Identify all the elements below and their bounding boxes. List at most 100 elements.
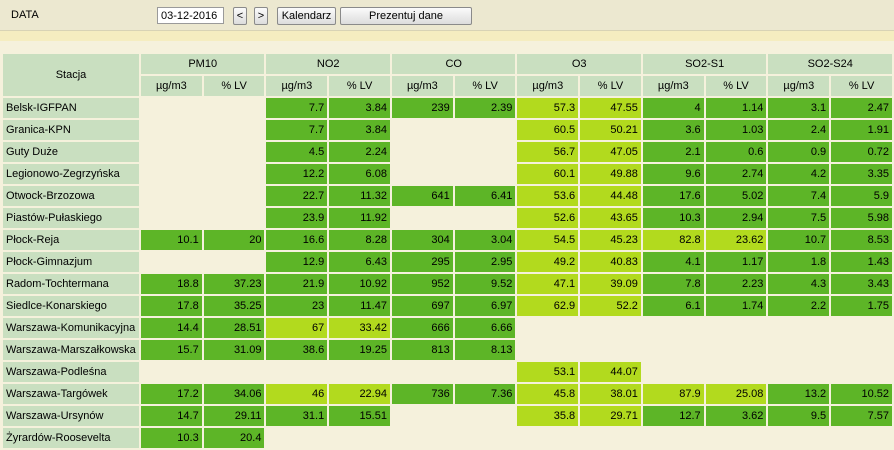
percent-lv-cell: 10.52 [831,384,892,404]
header-row-groups: Stacja PM10 NO2 CO O3 SO2-S1 SO2-S24 [3,54,892,96]
percent-lv-cell: 44.48 [580,186,641,206]
table-row: Płock-Reja 10.1 20 16.6 8.28 304 3.04 54.5 45.23… [3,230,892,250]
concentration-cell: 10.7 [768,230,830,250]
header-unit-percent-lv: % LV [329,76,390,96]
station-name: Belsk-IGFPAN [3,98,139,118]
concentration-cell [642,340,704,360]
concentration-cell: 47.1 [517,274,579,294]
station-name: Radom-Tochtermana [3,274,139,294]
percent-lv-cell [705,428,767,448]
percent-lv-cell: 29.11 [203,406,265,426]
concentration-cell: 2.2 [768,296,830,316]
concentration-cell: 17.2 [140,384,202,404]
percent-lv-cell [831,318,892,338]
concentration-cell: 13.2 [768,384,830,404]
present-data-button[interactable]: Prezentuj dane [340,7,472,25]
station-name: Warszawa-Marszałkowska [3,340,139,360]
toolbar: DATA < > Kalendarz Prezentuj dane [0,0,894,31]
concentration-cell: 35.8 [517,406,579,426]
concentration-cell [391,362,453,382]
percent-lv-cell: 3.04 [454,230,516,250]
concentration-cell: 16.6 [266,230,328,250]
concentration-cell [391,406,453,426]
concentration-cell: 57.3 [517,98,579,118]
next-day-button[interactable]: > [254,7,268,25]
percent-lv-cell: 0.6 [705,142,767,162]
concentration-cell: 304 [391,230,453,250]
percent-lv-cell [203,362,265,382]
header-group-pm10: PM10 [140,54,265,74]
percent-lv-cell: 29.71 [580,406,641,426]
percent-lv-cell: 52.2 [580,296,641,316]
date-label: DATA [11,9,39,21]
concentration-cell: 697 [391,296,453,316]
station-name: Warszawa-Podleśna [3,362,139,382]
percent-lv-cell [454,120,516,140]
concentration-cell: 14.4 [140,318,202,338]
percent-lv-cell [203,142,265,162]
concentration-cell: 3.1 [768,98,830,118]
table-row: Belsk-IGFPAN 7.7 3.84 239 2.39 57.3 47.55 4 1.14… [3,98,892,118]
percent-lv-cell: 28.51 [203,318,265,338]
header-group-no2: NO2 [266,54,390,74]
concentration-cell [140,120,202,140]
station-name: Warszawa-Targówek [3,384,139,404]
concentration-cell: 46 [266,384,328,404]
concentration-cell: 53.1 [517,362,579,382]
concentration-cell [140,186,202,206]
concentration-cell: 12.2 [266,164,328,184]
percent-lv-cell: 34.06 [203,384,265,404]
table-row: Warszawa-Podleśna 53.1 44.07 [3,362,892,382]
percent-lv-cell [580,318,641,338]
concentration-cell: 4 [642,98,704,118]
calendar-button[interactable]: Kalendarz [277,7,336,25]
concentration-cell: 21.9 [266,274,328,294]
percent-lv-cell [203,208,265,228]
table-body: Belsk-IGFPAN 7.7 3.84 239 2.39 57.3 47.55 4 1.14… [3,98,892,448]
concentration-cell: 10.1 [140,230,202,250]
concentration-cell: 7.7 [266,98,328,118]
percent-lv-cell: 6.97 [454,296,516,316]
concentration-cell: 49.2 [517,252,579,272]
percent-lv-cell: 2.94 [705,208,767,228]
concentration-cell: 7.7 [266,120,328,140]
concentration-cell: 813 [391,340,453,360]
table-row: Warszawa-Komunikacyjna 14.4 28.51 67 33.42 66… [3,318,892,338]
header-unit-concentration: µg/m3 [642,76,704,96]
concentration-cell: 6.1 [642,296,704,316]
percent-lv-cell: 40.83 [580,252,641,272]
concentration-cell: 87.9 [642,384,704,404]
percent-lv-cell: 2.74 [705,164,767,184]
percent-lv-cell: 3.43 [831,274,892,294]
percent-lv-cell [454,142,516,162]
concentration-cell: 4.3 [768,274,830,294]
percent-lv-cell: 8.13 [454,340,516,360]
concentration-cell: 45.8 [517,384,579,404]
percent-lv-cell: 35.25 [203,296,265,316]
percent-lv-cell: 0.72 [831,142,892,162]
concentration-cell [768,318,830,338]
concentration-cell: 67 [266,318,328,338]
concentration-cell: 4.1 [642,252,704,272]
concentration-cell: 7.5 [768,208,830,228]
percent-lv-cell: 43.65 [580,208,641,228]
station-name: Płock-Gimnazjum [3,252,139,272]
concentration-cell: 4.5 [266,142,328,162]
percent-lv-cell: 25.08 [705,384,767,404]
percent-lv-cell [705,340,767,360]
table-row: Legionowo-Zegrzyńska 12.2 6.08 60.1 49.88 9.6… [3,164,892,184]
date-input[interactable] [157,7,224,24]
concentration-cell [140,98,202,118]
percent-lv-cell: 9.52 [454,274,516,294]
concentration-cell [642,428,704,448]
percent-lv-cell [831,340,892,360]
concentration-cell: 4.2 [768,164,830,184]
percent-lv-cell [203,186,265,206]
previous-day-button[interactable]: < [233,7,247,25]
concentration-cell: 56.7 [517,142,579,162]
concentration-cell: 62.9 [517,296,579,316]
concentration-cell: 17.6 [642,186,704,206]
percent-lv-cell [203,164,265,184]
concentration-cell [140,252,202,272]
station-name: Legionowo-Zegrzyńska [3,164,139,184]
